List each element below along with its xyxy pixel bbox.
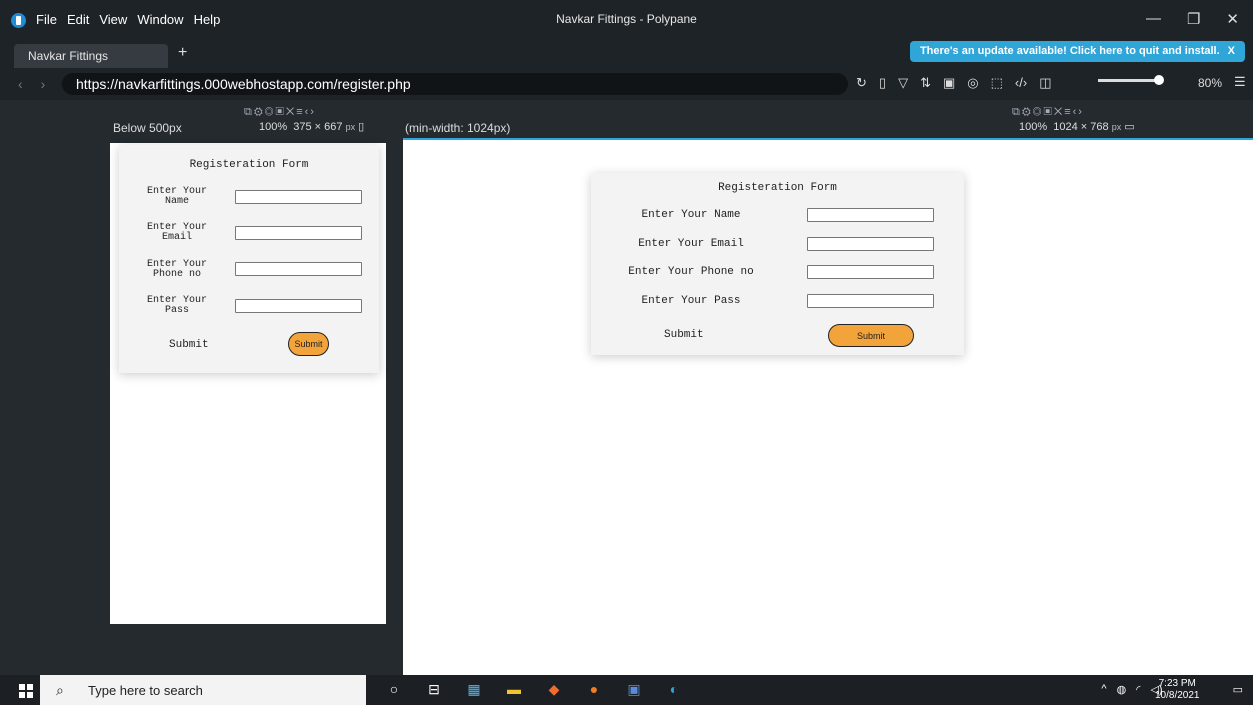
- pane-left-tools-icon[interactable]: ⧉⚙◎▣✕≡‹›: [244, 106, 316, 119]
- update-banner-text: There's an update available! Click here …: [919, 45, 1220, 57]
- submit-button[interactable]: Submit: [828, 324, 914, 347]
- inspect-icon[interactable]: ⬚: [991, 75, 1003, 91]
- form-title: Registeration Form: [189, 159, 309, 171]
- reload-icon[interactable]: ↻: [856, 75, 867, 91]
- sync-scroll-icon[interactable]: ⇅: [920, 75, 931, 91]
- email-input[interactable]: [807, 237, 934, 251]
- panel-icon[interactable]: ◫: [1039, 75, 1051, 91]
- label-name: Enter Your Name: [146, 186, 207, 207]
- window-controls: — ❐ ✕: [1146, 10, 1239, 28]
- layout-icon[interactable]: ▯: [879, 75, 886, 91]
- navigation-arrows: ‹ ›: [18, 76, 45, 92]
- pane-left-label: Below 500px: [113, 121, 182, 135]
- phone-input[interactable]: [807, 265, 934, 279]
- task-view-icon[interactable]: ⊟: [423, 681, 445, 699]
- label-pass: Enter Your Pass: [641, 295, 741, 307]
- label-name: Enter Your Name: [641, 209, 741, 221]
- pane-right-size: 1024 × 768: [1053, 121, 1109, 133]
- submit-label: Submit: [664, 329, 704, 341]
- wifi-icon[interactable]: ◜: [1136, 683, 1140, 696]
- pane-right-unit: px: [1111, 122, 1122, 132]
- notification-icon[interactable]: ▭: [1233, 683, 1243, 696]
- search-icon: ⌕: [56, 682, 64, 698]
- pane-left-info: 100% 375 × 667 px ▯: [259, 120, 364, 133]
- store-icon[interactable]: ▦: [463, 681, 485, 699]
- toolbar-icons: ↻ ▯ ▽ ⇅ ▣ ◎ ⬚ ‹/› ◫: [856, 75, 1051, 91]
- file-explorer-icon[interactable]: ▬: [503, 681, 525, 699]
- forward-icon[interactable]: ›: [41, 76, 46, 92]
- filter-icon[interactable]: ▽: [898, 75, 908, 91]
- pane-left-size: 375 × 667: [293, 121, 343, 133]
- url-bar[interactable]: https://navkarfittings.000webhostapp.com…: [62, 73, 848, 95]
- title-bar: File Edit View Window Help Navkar Fittin…: [0, 0, 1253, 40]
- pane-right-info: 100% 1024 × 768 px ▭: [1019, 120, 1135, 133]
- form-title: Registeration Form: [718, 182, 837, 194]
- name-input[interactable]: [807, 208, 934, 222]
- close-icon[interactable]: ✕: [1226, 10, 1239, 28]
- clock-time: 7:23 PM: [1158, 678, 1196, 689]
- phone-icon[interactable]: ▯: [358, 121, 364, 133]
- pane-right-scale: 100%: [1019, 121, 1048, 133]
- pass-input[interactable]: [807, 294, 934, 308]
- window-title: Navkar Fittings - Polypane: [556, 12, 697, 26]
- email-input[interactable]: [235, 226, 362, 240]
- taskbar: Type here to search ⌕ ○ ⊟ ▦ ▬ ◆ ● ▣ ◐ ^ …: [0, 675, 1253, 705]
- zoom-value: 80%: [1198, 76, 1223, 90]
- clock-date: 10/8/2021: [1155, 690, 1200, 701]
- label-phone: Enter Your Phone no: [146, 259, 207, 280]
- tray-chevron-icon[interactable]: ^: [1101, 683, 1106, 696]
- zoom-slider-handle[interactable]: [1154, 75, 1164, 85]
- code-icon[interactable]: ‹/›: [1015, 75, 1027, 91]
- cortana-icon[interactable]: ○: [383, 681, 405, 699]
- desktop-icon[interactable]: ▭: [1124, 121, 1134, 133]
- taskbar-apps: ○ ⊟ ▦ ▬ ◆ ● ▣ ◐: [383, 681, 685, 699]
- polypane-taskbar-icon[interactable]: ◐: [663, 681, 685, 699]
- registration-form-mobile: Registeration Form Enter Your Name Enter…: [119, 145, 379, 373]
- update-banner[interactable]: There's an update available! Click here …: [909, 41, 1245, 62]
- name-input[interactable]: [235, 190, 362, 204]
- maximize-icon[interactable]: ❐: [1187, 10, 1200, 28]
- label-phone: Enter Your Phone no: [628, 266, 754, 278]
- brave-icon[interactable]: ◆: [543, 681, 565, 699]
- back-icon[interactable]: ‹: [18, 76, 23, 92]
- pane-right-tools-icon[interactable]: ⧉⚙◎▣✕≡‹›: [1012, 106, 1084, 119]
- screenshot-icon[interactable]: ◎: [967, 75, 978, 91]
- minimize-icon[interactable]: —: [1146, 10, 1161, 28]
- windows-start-icon[interactable]: [19, 684, 33, 698]
- clock[interactable]: 7:23 PM 10/8/2021: [1155, 678, 1200, 702]
- phone-input[interactable]: [235, 262, 362, 276]
- registration-form-desktop: Registeration Form Enter Your Name Enter…: [591, 173, 964, 355]
- update-close-icon[interactable]: X: [1228, 45, 1235, 58]
- network-icon[interactable]: ◍: [1117, 683, 1127, 696]
- taskbar-search-placeholder: Type here to search: [88, 683, 203, 698]
- pane-left-scale: 100%: [259, 121, 288, 133]
- devices-icon[interactable]: ▣: [943, 75, 955, 91]
- settings-icon[interactable]: ☰: [1234, 74, 1246, 90]
- firefox-icon[interactable]: ●: [583, 681, 605, 699]
- submit-label: Submit: [169, 339, 209, 351]
- word-icon[interactable]: ▣: [623, 681, 645, 699]
- pane-right-label: (min-width: 1024px): [405, 121, 511, 135]
- submit-button[interactable]: Submit: [288, 332, 329, 356]
- label-email: Enter Your Email: [638, 238, 744, 250]
- label-pass: Enter Your Pass: [146, 295, 207, 316]
- pane-left-unit: px: [345, 122, 356, 132]
- tab-navkar[interactable]: Navkar Fittings: [14, 44, 168, 68]
- zoom-slider[interactable]: [1098, 79, 1158, 82]
- label-email: Enter Your Email: [146, 222, 207, 243]
- pass-input[interactable]: [235, 299, 362, 313]
- new-tab-button[interactable]: +: [178, 44, 187, 62]
- taskbar-search[interactable]: Type here to search: [40, 675, 366, 705]
